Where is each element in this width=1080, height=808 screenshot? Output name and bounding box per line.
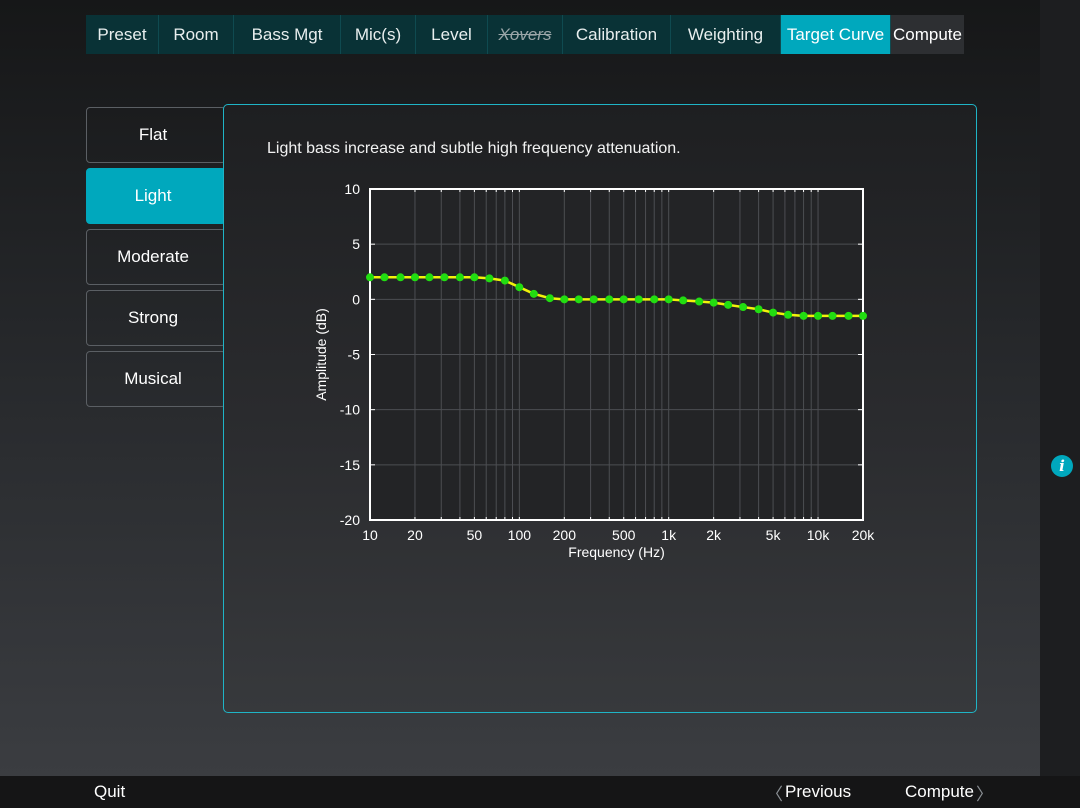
x-tick-label: 10 bbox=[362, 527, 378, 543]
option-strong[interactable]: Strong bbox=[86, 290, 226, 346]
data-point bbox=[844, 311, 853, 320]
data-point bbox=[529, 289, 538, 298]
data-point bbox=[754, 305, 763, 314]
data-point bbox=[396, 273, 405, 282]
option-moderate[interactable]: Moderate bbox=[86, 229, 226, 285]
chevron-right-icon: 〉 bbox=[975, 784, 993, 804]
data-point bbox=[664, 295, 673, 304]
data-point bbox=[560, 295, 569, 304]
y-tick-label: -15 bbox=[340, 457, 360, 473]
tab-preset[interactable]: Preset bbox=[86, 15, 159, 54]
target-curve-chart: 10 20 50 100 200 500 1k 2k 5k 10k 20k1050-5-10-15-… bbox=[313, 181, 876, 560]
data-point bbox=[545, 294, 554, 303]
data-point bbox=[515, 283, 524, 292]
data-point bbox=[650, 295, 659, 304]
data-point bbox=[380, 273, 389, 282]
option-musical[interactable]: Musical bbox=[86, 351, 226, 407]
quit-button[interactable]: Quit bbox=[94, 776, 125, 808]
data-point bbox=[724, 300, 733, 309]
data-point bbox=[410, 273, 419, 282]
tab-bass-mgt[interactable]: Bass Mgt bbox=[234, 15, 341, 54]
y-tick-label: -20 bbox=[340, 512, 360, 528]
tab-weighting[interactable]: Weighting bbox=[671, 15, 781, 54]
data-point bbox=[470, 273, 479, 282]
x-tick-label: 20 bbox=[407, 527, 423, 543]
option-flat[interactable]: Flat bbox=[86, 107, 226, 163]
target-curve-options: Flat Light Moderate Strong Musical bbox=[86, 107, 226, 412]
y-tick-label: -5 bbox=[348, 347, 361, 363]
bottom-bar: Quit 〈 Previous Compute 〉 bbox=[0, 776, 1080, 808]
x-tick-label: 1k bbox=[661, 527, 677, 543]
info-icon[interactable]: i bbox=[1051, 455, 1073, 477]
y-axis-label: Amplitude (dB) bbox=[313, 308, 329, 401]
data-point bbox=[634, 295, 643, 304]
x-tick-label: 5k bbox=[766, 527, 782, 543]
y-tick-label: 0 bbox=[352, 291, 360, 307]
data-point bbox=[605, 295, 614, 304]
previous-button[interactable]: 〈 Previous bbox=[766, 776, 851, 808]
data-point bbox=[679, 296, 688, 305]
data-point bbox=[425, 273, 434, 282]
data-point bbox=[574, 295, 583, 304]
target-curve-panel: Light bass increase and subtle high freq… bbox=[223, 104, 977, 713]
quit-label: Quit bbox=[94, 782, 126, 801]
right-side-strip bbox=[1040, 0, 1080, 776]
x-tick-label: 200 bbox=[553, 527, 577, 543]
option-light[interactable]: Light bbox=[86, 168, 226, 224]
tab-level[interactable]: Level bbox=[416, 15, 488, 54]
x-tick-label: 100 bbox=[508, 527, 532, 543]
data-point bbox=[769, 308, 778, 317]
data-point bbox=[500, 276, 509, 285]
x-tick-label: 50 bbox=[467, 527, 483, 543]
data-point bbox=[709, 298, 718, 307]
x-tick-label: 500 bbox=[612, 527, 636, 543]
x-tick-label: 10k bbox=[807, 527, 831, 543]
data-point bbox=[589, 295, 598, 304]
data-point bbox=[814, 311, 823, 320]
data-point bbox=[366, 273, 374, 282]
compute-button[interactable]: Compute 〉 bbox=[905, 776, 993, 808]
data-point bbox=[784, 310, 793, 319]
tab-bar: Preset Room Bass Mgt Mic(s) Level Xovers… bbox=[86, 15, 964, 54]
data-point bbox=[859, 311, 867, 320]
compute-label: Compute bbox=[905, 782, 974, 801]
tab-target-curve[interactable]: Target Curve bbox=[781, 15, 891, 54]
tab-xovers[interactable]: Xovers bbox=[488, 15, 563, 54]
data-point bbox=[619, 295, 628, 304]
chevron-left-icon: 〈 bbox=[766, 784, 783, 804]
tab-compute[interactable]: Compute bbox=[891, 15, 964, 54]
data-point bbox=[828, 311, 837, 320]
data-point bbox=[485, 274, 494, 283]
y-tick-label: -10 bbox=[340, 402, 360, 418]
data-point bbox=[799, 311, 808, 320]
data-point bbox=[440, 273, 449, 282]
tab-calibration[interactable]: Calibration bbox=[563, 15, 671, 54]
data-point bbox=[455, 273, 464, 282]
x-tick-label: 2k bbox=[706, 527, 722, 543]
y-tick-label: 5 bbox=[352, 236, 360, 252]
tab-mics[interactable]: Mic(s) bbox=[341, 15, 416, 54]
y-tick-label: 10 bbox=[344, 181, 360, 197]
previous-label: Previous bbox=[785, 782, 852, 801]
data-point bbox=[695, 297, 704, 306]
x-tick-label: 20k bbox=[852, 527, 876, 543]
data-point bbox=[739, 303, 748, 312]
tab-room[interactable]: Room bbox=[159, 15, 234, 54]
x-axis-label: Frequency (Hz) bbox=[568, 544, 664, 560]
